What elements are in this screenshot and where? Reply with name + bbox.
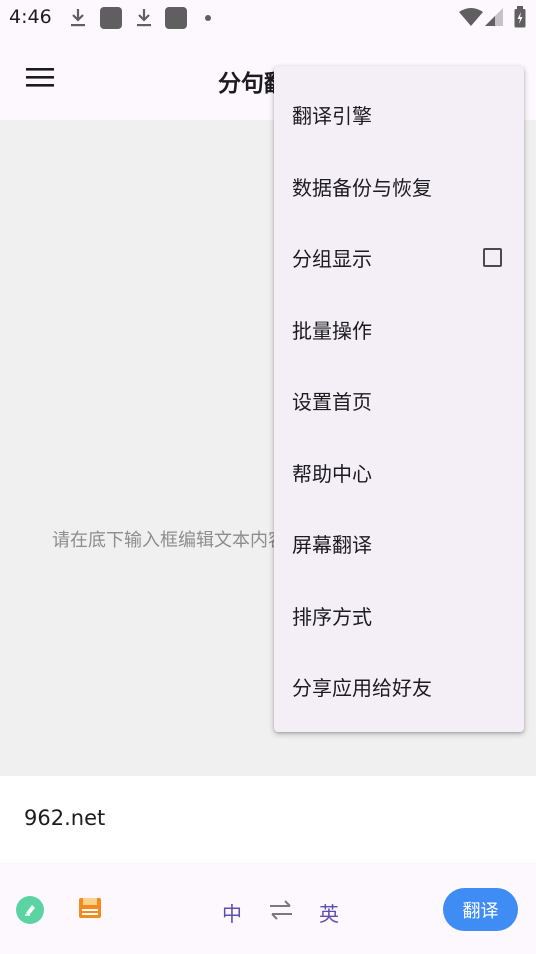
- menu-item-label: 分享应用给好友: [292, 675, 432, 700]
- source-language-button[interactable]: 中: [222, 898, 242, 927]
- battery-icon: [514, 6, 526, 28]
- menu-item-label: 分组显示: [292, 246, 372, 271]
- menu-item-set-home[interactable]: 设置首页: [274, 364, 524, 436]
- menu-item-share-app[interactable]: 分享应用给好友: [274, 650, 524, 722]
- text-input[interactable]: 962.net: [24, 806, 105, 830]
- download-icon: [71, 9, 85, 27]
- status-time: 4:46: [9, 6, 52, 28]
- bottom-toolbar: 中 英 翻译: [0, 862, 536, 954]
- menu-item-screen-translate[interactable]: 屏幕翻译: [274, 507, 524, 579]
- menu-item-backup-restore[interactable]: 数据备份与恢复: [274, 150, 524, 222]
- hamburger-menu-icon[interactable]: [26, 66, 56, 90]
- menu-item-help-center[interactable]: 帮助中心: [274, 436, 524, 508]
- group-display-checkbox[interactable]: [483, 248, 502, 267]
- menu-item-label: 帮助中心: [292, 461, 372, 486]
- eraser-icon: [25, 905, 35, 916]
- clear-button[interactable]: [16, 896, 44, 924]
- menu-item-label: 屏幕翻译: [292, 532, 372, 557]
- signal-icon: [485, 8, 503, 26]
- overflow-menu: 翻译引擎 数据备份与恢复 分组显示 批量操作 设置首页 帮助中心 屏幕翻译 排序…: [274, 66, 524, 732]
- menu-item-sort-order[interactable]: 排序方式: [274, 579, 524, 651]
- menu-item-translation-engine[interactable]: 翻译引擎: [274, 78, 524, 150]
- dot-icon: [205, 15, 211, 21]
- menu-item-group-display[interactable]: 分组显示: [274, 221, 524, 293]
- status-bar: 4:46: [0, 0, 536, 36]
- menu-item-label: 翻译引擎: [292, 103, 372, 128]
- swap-languages-icon[interactable]: [268, 900, 294, 920]
- menu-item-label: 数据备份与恢复: [292, 175, 432, 200]
- menu-item-label: 批量操作: [292, 318, 372, 343]
- download-icon: [137, 9, 151, 27]
- menu-item-label: 排序方式: [292, 604, 372, 629]
- app-icon: [100, 7, 122, 29]
- wifi-icon: [459, 8, 483, 26]
- text-input-area[interactable]: 962.net: [0, 776, 536, 862]
- target-language-button[interactable]: 英: [319, 898, 339, 927]
- empty-hint: 请在底下输入框编辑文本内容: [52, 530, 282, 551]
- menu-item-batch-operation[interactable]: 批量操作: [274, 293, 524, 365]
- app-icon: [165, 7, 187, 29]
- menu-item-label: 设置首页: [292, 389, 372, 414]
- save-button[interactable]: [78, 896, 102, 920]
- translate-button[interactable]: 翻译: [443, 888, 518, 931]
